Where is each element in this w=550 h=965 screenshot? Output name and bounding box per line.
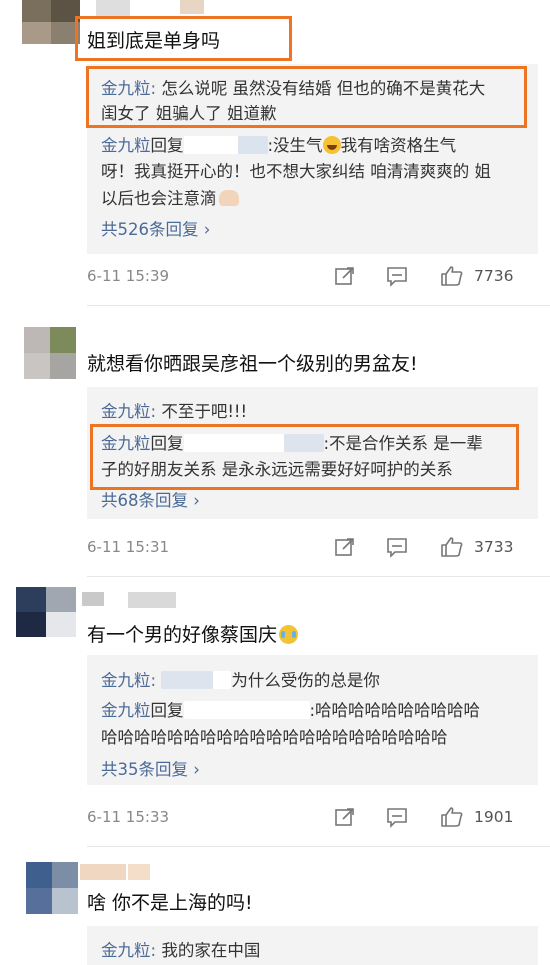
comment-date: 6-11 15:31 [87,538,170,556]
blurred-username [237,136,268,154]
blurred-username [128,592,176,608]
comment-actions: 1901 [334,804,534,832]
reply-line[interactable]: 金九粒: 为什么受伤的总是你 [101,667,380,691]
reply-line[interactable]: 金九粒回复:哈哈哈哈哈哈哈哈哈哈 [101,697,480,721]
comment-date: 6-11 15:39 [87,267,170,285]
comment-date: 6-11 15:33 [87,808,170,826]
comment-text: 姐到底是单身吗 [87,30,221,52]
blurred-username [161,671,214,689]
avatar[interactable] [22,0,80,44]
chevron-right-icon: › [203,220,211,239]
reply-line[interactable]: 金九粒: 我的家在中国 [101,937,260,961]
share-icon[interactable] [334,265,356,287]
blurred-username [128,864,150,880]
reply-username[interactable]: 金九粒 [101,701,151,720]
avatar[interactable] [24,327,76,379]
blurred-username [183,434,284,452]
chevron-right-icon: › [193,491,200,510]
blurred-username [82,592,104,606]
comment-text: 有一个男的好像蔡国庆 [87,620,299,647]
divider [87,576,550,577]
reply-line: 子的好朋友关系 是永永远远需要好好呵护的关系 [101,460,453,479]
comment-icon[interactable] [386,806,408,828]
reply-line: 哈哈哈哈哈哈哈哈哈哈哈哈哈哈哈哈哈哈哈哈哈 [101,728,448,747]
comment-icon[interactable] [386,265,408,287]
blurred-username [80,864,126,880]
avatar[interactable] [26,862,78,914]
more-replies-link[interactable]: 共35条回复 › [101,756,200,780]
like-count: 7736 [474,267,514,285]
more-replies-link[interactable]: 共68条回复 › [101,487,200,511]
reply-username[interactable]: 金九粒 [101,671,151,690]
comment-actions: 3733 [334,534,534,562]
share-icon[interactable] [334,806,356,828]
reply-username[interactable]: 金九粒 [101,941,151,960]
avatar[interactable] [16,587,76,637]
reply-username[interactable]: 金九粒 [101,136,151,155]
blurred-username [180,0,204,14]
reply-line[interactable]: 金九粒回复:不是合作关系 是一辈 [101,430,483,454]
comment-text: 啥 你不是上海的吗! [87,892,253,914]
comment-actions: 7736 [334,263,534,291]
blurred-username [183,136,238,154]
blurred-username [96,0,130,16]
more-replies-link[interactable]: 共526条回复 › [101,216,210,240]
like-icon[interactable] [440,806,464,828]
cry-laugh-emoji-icon [279,625,299,644]
comment-icon[interactable] [386,536,408,558]
reply-username[interactable]: 金九粒 [101,434,151,453]
reply-line: 呀！我真挺开心的！也不想大家纠结 咱清清爽爽的 姐 [101,162,491,181]
comment-text: 就想看你晒跟吴彦祖一个级别的男盆友! [87,353,418,375]
reply-username[interactable]: 金九粒 [101,402,151,421]
divider [87,846,550,847]
blurred-username [183,701,310,719]
like-icon[interactable] [440,265,464,287]
blurred-username [213,671,232,689]
reply-line[interactable]: 金九粒: 怎么说呢 虽然没有结婚 但也的确不是黄花大 [101,75,485,99]
divider [87,305,550,306]
reply-username[interactable]: 金九粒 [101,79,151,98]
laugh-emoji-icon [322,136,341,154]
blurred-username [283,434,324,452]
like-count: 3733 [474,538,514,556]
reply-line: 闺女了 姐骗人了 姐道歉 [101,104,277,123]
like-count: 1901 [474,808,514,826]
chevron-right-icon: › [193,760,200,779]
reply-line[interactable]: 金九粒回复:没生气 我有啥资格生气 [101,132,456,156]
share-icon[interactable] [334,536,356,558]
like-icon[interactable] [440,536,464,558]
reply-line[interactable]: 金九粒: 不至于吧!!! [101,398,247,422]
flex-arm-emoji-icon [218,190,239,206]
reply-line: 以后也会注意滴 [101,185,239,209]
